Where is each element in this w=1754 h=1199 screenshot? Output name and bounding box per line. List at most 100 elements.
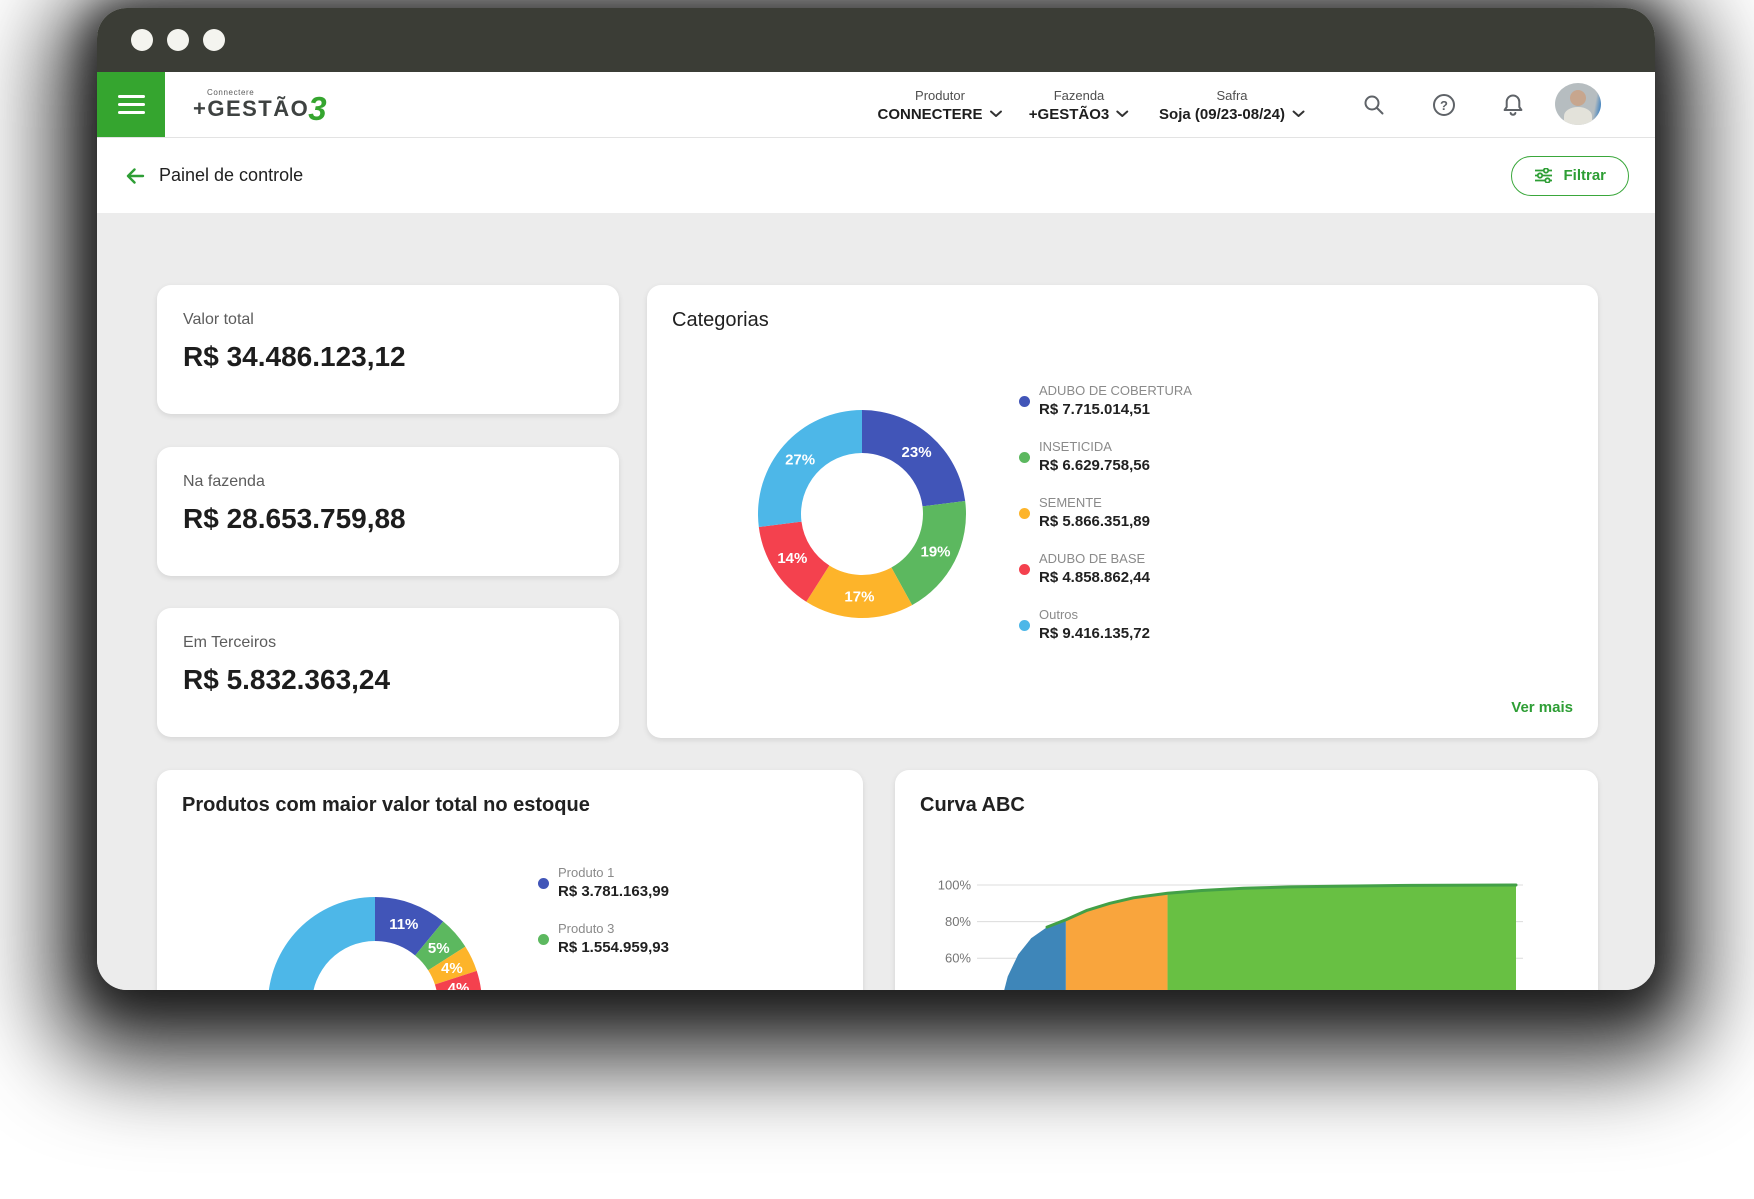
donut-percent-label: 27% bbox=[785, 451, 815, 468]
window-dot-2[interactable] bbox=[167, 29, 189, 51]
legend-value: R$ 3.781.163,99 bbox=[558, 881, 669, 902]
help-icon: ? bbox=[1431, 92, 1457, 118]
screenshot-stage: Connectere +GESTÃO3 Produtor CONNECTERE … bbox=[0, 0, 1754, 1199]
search-button[interactable] bbox=[1353, 84, 1395, 126]
abc-region-C bbox=[1168, 885, 1516, 990]
legend-item: Produto 5 bbox=[538, 976, 669, 990]
legend-item: ADUBO DE BASER$ 4.858.862,44 bbox=[1019, 550, 1192, 588]
legend-value: R$ 4.858.862,44 bbox=[1039, 567, 1150, 588]
donut-percent-label: 17% bbox=[844, 588, 874, 605]
window-titlebar bbox=[97, 8, 1655, 72]
legend-value: R$ 1.554.959,93 bbox=[558, 937, 669, 958]
donut-percent-label: 11% bbox=[389, 916, 418, 933]
legend-item: SEMENTER$ 5.866.351,89 bbox=[1019, 494, 1192, 532]
legend-item: ADUBO DE COBERTURAR$ 7.715.014,51 bbox=[1019, 382, 1192, 420]
legend-label: Outros bbox=[1039, 606, 1150, 623]
chevron-down-icon bbox=[990, 110, 1003, 118]
curva-abc-title: Curva ABC bbox=[920, 794, 1025, 817]
curva-abc-chart: 100%80%60%40% bbox=[925, 860, 1565, 990]
legend-item: INSETICIDAR$ 6.629.758,56 bbox=[1019, 438, 1192, 476]
legend-value: R$ 6.629.758,56 bbox=[1039, 455, 1150, 476]
help-button[interactable]: ? bbox=[1423, 84, 1465, 126]
legend-dot bbox=[538, 878, 549, 889]
back-arrow-icon bbox=[123, 164, 147, 188]
season-dropdown[interactable]: Safra Soja (09/23-08/24) bbox=[1159, 72, 1305, 138]
page-header: Painel de controle Filtrar bbox=[97, 138, 1655, 213]
stat-label: Na fazenda bbox=[183, 473, 265, 491]
season-label: Safra bbox=[1216, 88, 1247, 103]
ver-mais-link[interactable]: Ver mais bbox=[1511, 699, 1573, 716]
dashboard-content: Valor total R$ 34.486.123,12 Na fazenda … bbox=[97, 213, 1655, 990]
legend-label: Produto 3 bbox=[558, 920, 669, 937]
legend-dot bbox=[538, 934, 549, 945]
legend-label: SEMENTE bbox=[1039, 494, 1150, 511]
window-dot-3[interactable] bbox=[203, 29, 225, 51]
legend-dot bbox=[1019, 396, 1030, 407]
legend-label: ADUBO DE BASE bbox=[1039, 550, 1150, 567]
legend-label: INSETICIDA bbox=[1039, 438, 1150, 455]
legend-label: Produto 5 bbox=[558, 987, 614, 991]
legend-item: OutrosR$ 9.416.135,72 bbox=[1019, 606, 1192, 644]
abc-region-B bbox=[1066, 893, 1168, 990]
stat-card-em-terceiros: Em Terceiros R$ 5.832.363,24 bbox=[157, 608, 619, 737]
filter-button[interactable]: Filtrar bbox=[1511, 156, 1629, 196]
produtos-card: Produtos com maior valor total no estoqu… bbox=[157, 770, 863, 990]
stat-value: R$ 34.486.123,12 bbox=[183, 341, 406, 373]
svg-text:?: ? bbox=[1440, 98, 1448, 113]
user-avatar[interactable] bbox=[1555, 83, 1601, 125]
bell-icon bbox=[1501, 92, 1525, 118]
menu-icon bbox=[118, 90, 145, 119]
produtos-title: Produtos com maior valor total no estoqu… bbox=[182, 794, 590, 817]
categorias-legend: ADUBO DE COBERTURAR$ 7.715.014,51 INSETIC… bbox=[1019, 382, 1192, 644]
legend-dot bbox=[1019, 508, 1030, 519]
stat-value: R$ 28.653.759,88 bbox=[183, 503, 406, 535]
produtos-donut-chart: 11%5%4%4%76% bbox=[260, 889, 490, 990]
donut-percent-label: 4% bbox=[448, 980, 470, 990]
produtos-legend: Produto 1R$ 3.781.163,99 Produto 3R$ 1.55… bbox=[538, 864, 669, 990]
legend-dot bbox=[538, 990, 549, 991]
window-dot-1[interactable] bbox=[131, 29, 153, 51]
stat-label: Valor total bbox=[183, 311, 254, 329]
stat-value: R$ 5.832.363,24 bbox=[183, 664, 390, 696]
legend-item: Produto 3R$ 1.554.959,93 bbox=[538, 920, 669, 958]
producer-dropdown[interactable]: Produtor CONNECTERE bbox=[877, 72, 1002, 138]
legend-value: R$ 9.416.135,72 bbox=[1039, 623, 1150, 644]
y-axis-tick-label: 60% bbox=[945, 951, 971, 966]
farm-value: +GESTÃO3 bbox=[1029, 106, 1109, 123]
y-axis-tick-label: 40% bbox=[945, 987, 971, 990]
producer-label: Produtor bbox=[915, 88, 965, 103]
notifications-button[interactable] bbox=[1492, 84, 1534, 126]
legend-label: ADUBO DE COBERTURA bbox=[1039, 382, 1192, 399]
legend-value: R$ 7.715.014,51 bbox=[1039, 399, 1192, 420]
app-header: Connectere +GESTÃO3 Produtor CONNECTERE … bbox=[97, 72, 1655, 138]
donut-slice bbox=[758, 410, 862, 527]
chevron-down-icon bbox=[1116, 110, 1129, 118]
legend-dot bbox=[1019, 452, 1030, 463]
y-axis-tick-label: 80% bbox=[945, 914, 971, 929]
curva-abc-card: Curva ABC 100%80%60%40% bbox=[895, 770, 1598, 990]
categorias-title: Categorias bbox=[672, 309, 769, 332]
donut-percent-label: 4% bbox=[441, 960, 463, 977]
donut-percent-label: 23% bbox=[902, 444, 932, 461]
categorias-donut-chart: 23%19%17%14%27% bbox=[747, 399, 977, 629]
producer-value: CONNECTERE bbox=[877, 106, 982, 123]
stat-label: Em Terceiros bbox=[183, 634, 276, 652]
legend-value: R$ 5.866.351,89 bbox=[1039, 511, 1150, 532]
app-window: Connectere +GESTÃO3 Produtor CONNECTERE … bbox=[97, 8, 1655, 990]
season-value: Soja (09/23-08/24) bbox=[1159, 106, 1285, 123]
menu-button[interactable] bbox=[97, 72, 165, 137]
page-title: Painel de controle bbox=[159, 165, 303, 186]
legend-item: Produto 1R$ 3.781.163,99 bbox=[538, 864, 669, 902]
legend-dot bbox=[1019, 564, 1030, 575]
legend-label: Produto 1 bbox=[558, 864, 669, 881]
filter-sliders-icon bbox=[1534, 168, 1553, 183]
logo-accent-3: 3 bbox=[308, 98, 328, 120]
farm-dropdown[interactable]: Fazenda +GESTÃO3 bbox=[1029, 72, 1129, 138]
back-button[interactable] bbox=[117, 158, 153, 194]
categorias-card: Categorias 23%19%17%14%27% ADUBO DE COBE… bbox=[647, 285, 1598, 738]
legend-dot bbox=[1019, 620, 1030, 631]
logo-main-text: +GESTÃO bbox=[193, 96, 309, 122]
search-icon bbox=[1362, 93, 1386, 117]
farm-label: Fazenda bbox=[1054, 88, 1105, 103]
app-logo: Connectere +GESTÃO3 bbox=[193, 72, 328, 137]
